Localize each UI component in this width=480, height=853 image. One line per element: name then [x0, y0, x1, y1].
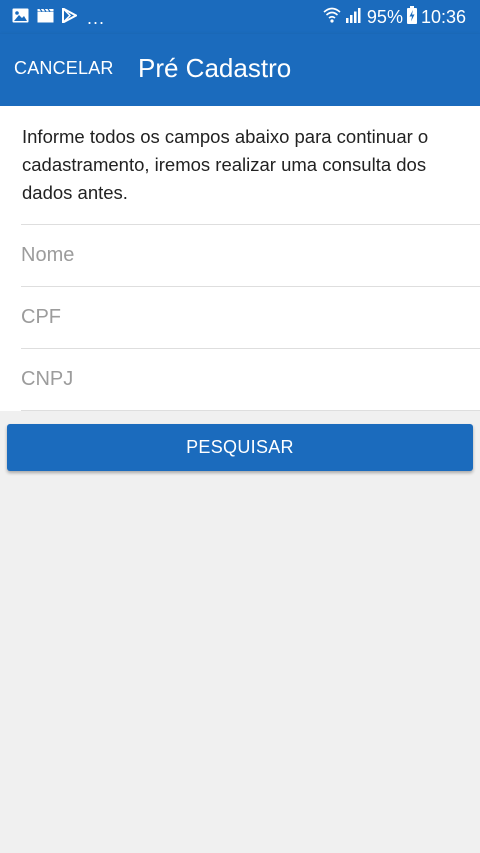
play-store-icon	[62, 6, 79, 28]
name-field	[21, 224, 480, 286]
page-title: Pré Cadastro	[138, 53, 292, 83]
cnpj-input[interactable]	[21, 349, 461, 409]
app-bar: CANCELAR Pré Cadastro	[0, 34, 480, 106]
instructions-text: Informe todos os campos abaixo para cont…	[22, 126, 429, 203]
notification-icons: ...	[12, 6, 106, 28]
search-button[interactable]: PESQUISAR	[7, 424, 473, 471]
status-bar: ... 95% 10:36	[0, 0, 480, 34]
clapperboard-icon	[37, 8, 54, 28]
pre-registration-form: Informe todos os campos abaixo para cont…	[0, 106, 480, 411]
wifi-icon	[323, 6, 341, 29]
signal-icon	[345, 6, 363, 29]
cpf-field	[21, 286, 480, 348]
cancel-button[interactable]: CANCELAR	[14, 58, 114, 79]
cpf-input[interactable]	[21, 287, 461, 347]
clock: 10:36	[420, 7, 466, 27]
cnpj-field	[21, 348, 480, 411]
battery-percent: 95%	[366, 7, 403, 27]
battery-charging-icon	[406, 6, 417, 29]
image-icon	[12, 8, 29, 28]
system-status: 95% 10:36	[323, 6, 466, 29]
more-notifications-indicator: ...	[87, 8, 106, 28]
name-input[interactable]	[21, 225, 461, 285]
